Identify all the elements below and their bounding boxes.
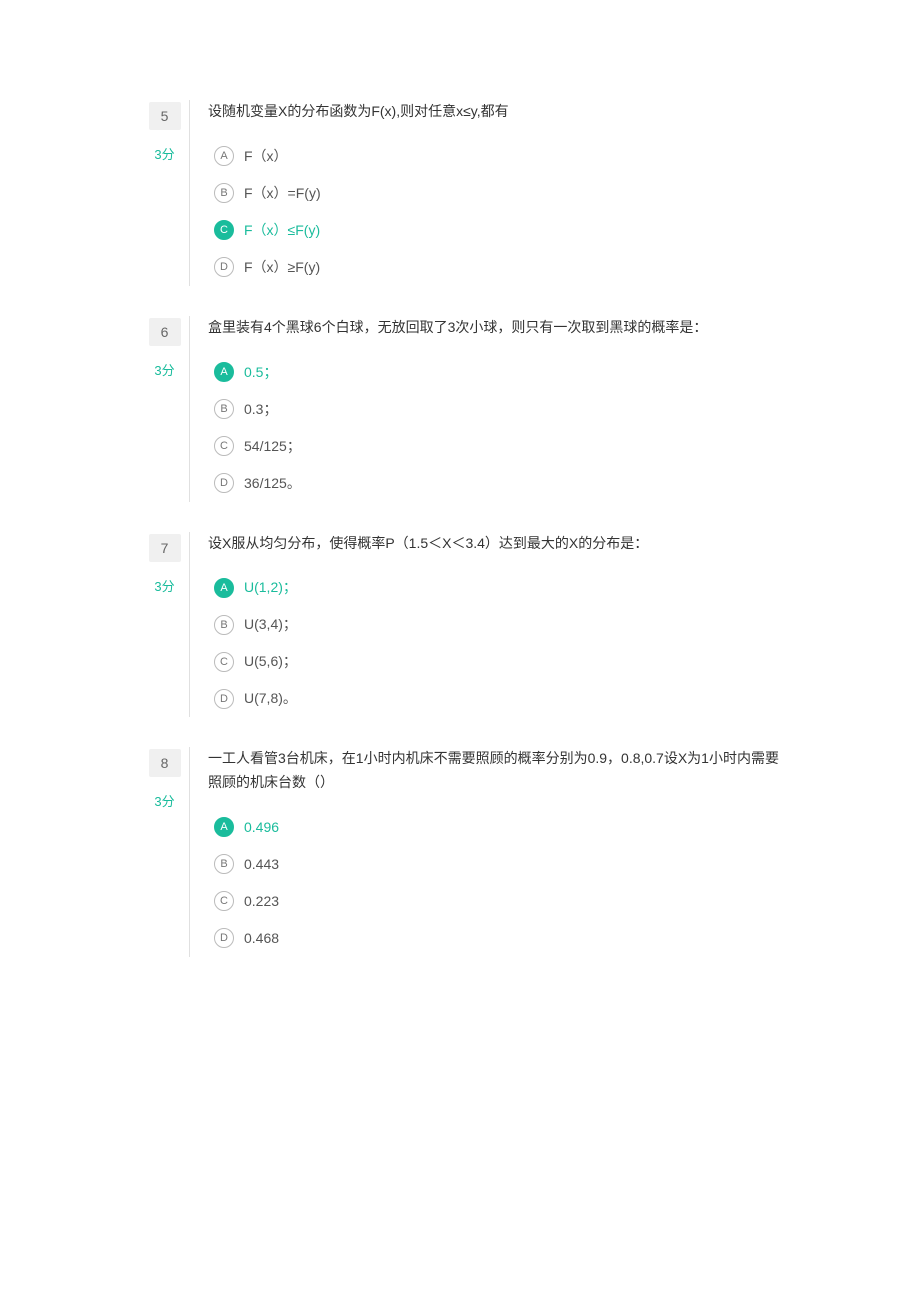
question-stem: 盒里装有4个黑球6个白球，无放回取了3次小球，则只有一次取到黑球的概率是： [208,316,780,340]
option-item[interactable]: B F（x）=F(y) [214,175,780,212]
option-text: F（x）≤F(y) [244,220,320,241]
options-list: A 0.5； B 0.3； C 54/125； D 36/125。 [208,354,780,502]
option-letter-icon: A [214,578,234,598]
option-letter-icon: A [214,146,234,166]
question-stem: 设随机变量X的分布函数为F(x),则对任意x≤y,都有 [208,100,780,124]
question-sidebar: 8 3分 [140,747,190,957]
option-letter-icon: D [214,257,234,277]
option-letter-icon: C [214,436,234,456]
option-text: 54/125； [244,436,301,457]
options-list: A U(1,2)； B U(3,4)； C U(5,6)； D U(7,8)。 [208,569,780,717]
option-text: 0.443 [244,854,279,875]
option-item[interactable]: C F（x）≤F(y) [214,212,780,249]
option-item[interactable]: A 0.496 [214,809,780,846]
option-item[interactable]: C 54/125； [214,428,780,465]
question-body: 盒里装有4个黑球6个白球，无放回取了3次小球，则只有一次取到黑球的概率是： A 0.… [190,316,780,502]
option-item[interactable]: A 0.5； [214,354,780,391]
option-letter-icon: B [214,854,234,874]
question-body: 设X服从均匀分布，使得概率P（1.5＜X＜3.4）达到最大的X的分布是： A U(1… [190,532,780,718]
question-number: 5 [149,102,181,130]
option-item[interactable]: B U(3,4)； [214,606,780,643]
option-item[interactable]: D 36/125。 [214,465,780,502]
option-item[interactable]: D F（x）≥F(y) [214,249,780,286]
option-item[interactable]: A F（x） [214,138,780,175]
question-number: 6 [149,318,181,346]
option-letter-icon: D [214,928,234,948]
option-text: 0.223 [244,891,279,912]
question-block: 63分盒里装有4个黑球6个白球，无放回取了3次小球，则只有一次取到黑球的概率是：… [0,316,920,502]
option-letter-icon: D [214,473,234,493]
option-letter-icon: A [214,817,234,837]
option-item[interactable]: C U(5,6)； [214,643,780,680]
option-letter-icon: B [214,399,234,419]
option-text: U(3,4)； [244,614,297,635]
question-score: 3分 [140,360,189,379]
option-text: U(5,6)； [244,651,297,672]
option-item[interactable]: B 0.3； [214,391,780,428]
options-list: A F（x） B F（x）=F(y) C F（x）≤F(y) D F（x）≥F(y) [208,138,780,286]
question-sidebar: 6 3分 [140,316,190,502]
question-stem: 设X服从均匀分布，使得概率P（1.5＜X＜3.4）达到最大的X的分布是： [208,532,780,556]
question-body: 一工人看管3台机床，在1小时内机床不需要照顾的概率分别为0.9，0.8,0.7设… [190,747,780,957]
question-block: 8 3分一工人看管3台机床，在1小时内机床不需要照顾的概率分别为0.9，0.8,0… [0,747,920,957]
option-letter-icon: B [214,615,234,635]
option-text: F（x） [244,146,288,167]
option-text: U(7,8)。 [244,688,297,709]
option-letter-icon: B [214,183,234,203]
question-block: 5 3分 设随机变量X的分布函数为F(x),则对任意x≤y,都有 A F（x） B F（x）… [0,100,920,286]
option-letter-icon: C [214,220,234,240]
question-number: 7 [149,534,181,562]
option-text: 0.496 [244,817,279,838]
option-letter-icon: A [214,362,234,382]
question-number: 8 [149,749,181,777]
option-letter-icon: D [214,689,234,709]
option-text: 36/125。 [244,473,301,494]
quiz-container: 5 3分 设随机变量X的分布函数为F(x),则对任意x≤y,都有 A F（x） B F（x）… [0,100,920,957]
question-body: 设随机变量X的分布函数为F(x),则对任意x≤y,都有 A F（x） B F（x）=F(… [190,100,780,286]
option-item[interactable]: B 0.443 [214,846,780,883]
option-item[interactable]: D U(7,8)。 [214,680,780,717]
question-stem: 一工人看管3台机床，在1小时内机床不需要照顾的概率分别为0.9，0.8,0.7设… [208,747,780,795]
question-block: 7 3分 设X服从均匀分布，使得概率P（1.5＜X＜3.4）达到最大的X的分布是： A… [0,532,920,718]
option-text: 0.468 [244,928,279,949]
option-text: F（x）≥F(y) [244,257,320,278]
question-sidebar: 7 3分 [140,532,190,718]
option-text: F（x）=F(y) [244,183,321,204]
question-score: 3分 [140,576,189,595]
option-letter-icon: C [214,652,234,672]
option-item[interactable]: A U(1,2)； [214,569,780,606]
option-item[interactable]: C 0.223 [214,883,780,920]
option-letter-icon: C [214,891,234,911]
option-text: U(1,2)； [244,577,297,598]
option-text: 0.5； [244,362,277,383]
options-list: A 0.496 B 0.443 C 0.223 D 0.468 [208,809,780,957]
option-item[interactable]: D 0.468 [214,920,780,957]
option-text: 0.3； [244,399,277,420]
question-score: 3分 [140,144,189,163]
question-score: 3分 [140,791,189,810]
question-sidebar: 5 3分 [140,100,190,286]
